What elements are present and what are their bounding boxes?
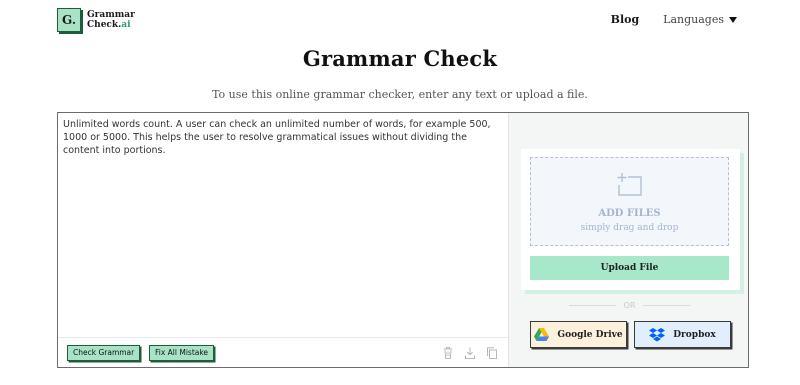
page-subtitle: To use this online grammar checker, ente… bbox=[212, 88, 588, 101]
logo-line2-prefix: Check. bbox=[87, 20, 122, 30]
caret-down-icon bbox=[729, 16, 737, 23]
drag-drop-hint: simply drag and drop bbox=[580, 223, 679, 233]
nav-blog-link[interactable]: Blog bbox=[611, 13, 640, 26]
editor-tools bbox=[432, 345, 498, 359]
google-drive-icon bbox=[534, 328, 550, 341]
divider-line-right bbox=[643, 304, 691, 306]
divider-line-left bbox=[569, 304, 616, 306]
dropbox-icon bbox=[649, 327, 666, 341]
dropbox-label: Dropbox bbox=[673, 329, 716, 340]
upload-sidebar: ADD FILES simply drag and drop Upload Fi… bbox=[508, 113, 748, 367]
nav-languages-label: Languages bbox=[663, 13, 724, 26]
google-drive-label: Google Drive bbox=[557, 329, 623, 340]
or-divider: OR bbox=[569, 299, 691, 311]
logo-mark: G. bbox=[57, 8, 81, 32]
google-drive-button[interactable]: Google Drive bbox=[530, 321, 627, 348]
upload-card: ADD FILES simply drag and drop Upload Fi… bbox=[521, 149, 740, 290]
add-file-icon bbox=[617, 173, 642, 196]
editor-footer: Check Grammar Fix All Mistake bbox=[58, 337, 508, 367]
fix-all-mistake-button[interactable]: Fix All Mistake bbox=[149, 345, 215, 361]
dropbox-button[interactable]: Dropbox bbox=[634, 321, 731, 348]
download-icon[interactable] bbox=[464, 345, 476, 359]
check-grammar-button[interactable]: Check Grammar bbox=[67, 345, 141, 361]
or-label: OR bbox=[623, 300, 636, 310]
upload-file-button[interactable]: Upload File bbox=[530, 256, 729, 280]
logo-text: Grammar Check.ai bbox=[87, 10, 135, 30]
trash-icon[interactable] bbox=[442, 345, 454, 359]
logo-line2-suffix: ai bbox=[121, 20, 131, 30]
add-files-label: ADD FILES bbox=[598, 208, 661, 219]
grammar-panel: Unlimited words count. A user can check … bbox=[57, 112, 749, 368]
file-drop-zone[interactable]: ADD FILES simply drag and drop bbox=[530, 157, 729, 246]
logo-line1: Grammar bbox=[87, 10, 135, 20]
text-editor[interactable]: Unlimited words count. A user can check … bbox=[58, 113, 508, 337]
copy-icon[interactable] bbox=[486, 345, 498, 359]
top-nav: Blog Languages bbox=[611, 13, 737, 26]
nav-languages-dropdown[interactable]: Languages bbox=[663, 13, 737, 26]
page-title: Grammar Check bbox=[302, 46, 498, 71]
logo-line2: Check.ai bbox=[87, 20, 135, 30]
logo[interactable]: G. Grammar Check.ai bbox=[57, 8, 135, 32]
